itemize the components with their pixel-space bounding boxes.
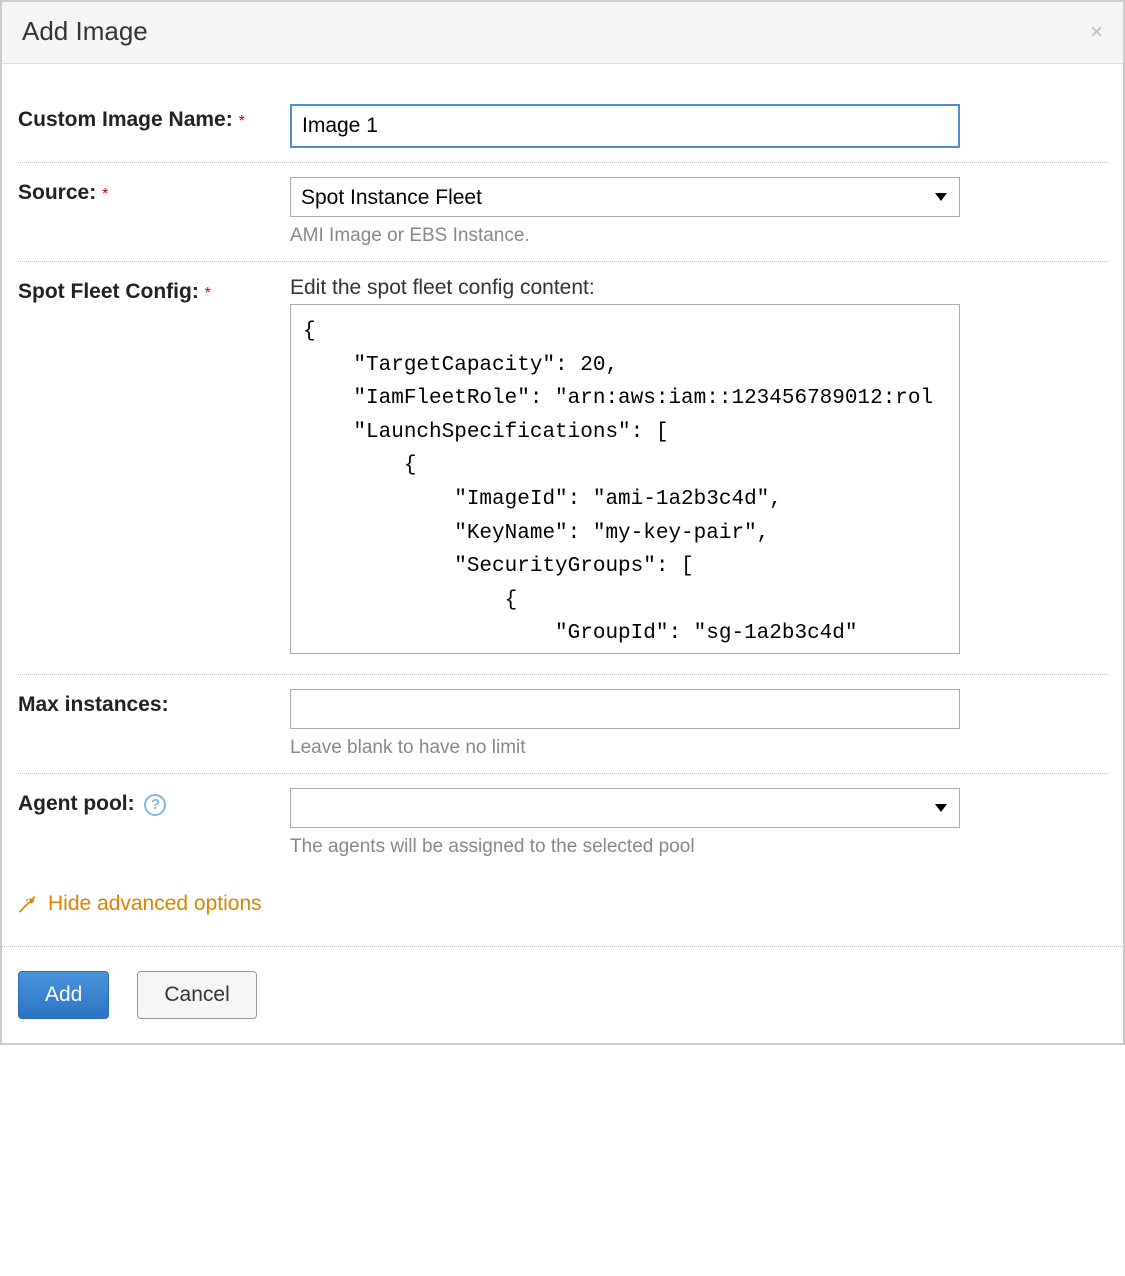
agent-pool-hint: The agents will be assigned to the selec…	[290, 836, 1107, 858]
dialog-body: Custom Image Name: * Source: * Spot Inst…	[2, 64, 1123, 946]
row-max-instances: Max instances: Leave blank to have no li…	[18, 675, 1107, 774]
label-text: Spot Fleet Config:	[18, 280, 199, 303]
label-text: Custom Image Name:	[18, 108, 233, 131]
label-agent-pool: Agent pool: ?	[18, 788, 290, 816]
row-advanced-options: Hide advanced options	[18, 872, 1107, 930]
hide-advanced-options-link[interactable]: Hide advanced options	[18, 892, 262, 916]
custom-image-name-input[interactable]	[290, 104, 960, 148]
source-hint: AMI Image or EBS Instance.	[290, 225, 1107, 247]
agent-pool-select[interactable]	[290, 788, 960, 828]
row-custom-image-name: Custom Image Name: *	[18, 90, 1107, 163]
label-source: Source: *	[18, 177, 290, 205]
required-marker: *	[239, 113, 245, 130]
row-source: Source: * Spot Instance Fleet AMI Image …	[18, 163, 1107, 262]
required-marker: *	[205, 285, 211, 302]
row-spot-fleet-config: Spot Fleet Config: * Edit the spot fleet…	[18, 262, 1107, 675]
dialog-footer: Add Cancel	[2, 946, 1123, 1043]
advanced-link-text: Hide advanced options	[48, 892, 262, 916]
max-instances-input[interactable]	[290, 689, 960, 729]
label-text: Source:	[18, 181, 96, 204]
label-max-instances: Max instances:	[18, 689, 290, 717]
label-spot-fleet-config: Spot Fleet Config: *	[18, 276, 290, 304]
add-image-dialog: Add Image × Custom Image Name: * Source:…	[0, 0, 1125, 1045]
label-text: Agent pool:	[18, 792, 135, 815]
label-custom-image-name: Custom Image Name: *	[18, 104, 290, 132]
add-button[interactable]: Add	[18, 971, 109, 1019]
close-icon[interactable]: ×	[1090, 19, 1103, 45]
source-select[interactable]: Spot Instance Fleet	[290, 177, 960, 217]
help-icon[interactable]: ?	[144, 794, 166, 816]
dialog-title: Add Image	[22, 16, 148, 47]
required-marker: *	[102, 186, 108, 203]
dialog-header: Add Image ×	[2, 2, 1123, 64]
max-instances-hint: Leave blank to have no limit	[290, 737, 1107, 759]
label-text: Max instances:	[18, 693, 169, 716]
spot-fleet-config-textarea[interactable]: { "TargetCapacity": 20, "IamFleetRole": …	[290, 304, 960, 654]
spot-fleet-edit-label: Edit the spot fleet config content:	[290, 276, 1107, 300]
cancel-button[interactable]: Cancel	[137, 971, 256, 1019]
row-agent-pool: Agent pool: ? The agents will be assigne…	[18, 774, 1107, 872]
wrench-icon	[18, 894, 38, 914]
